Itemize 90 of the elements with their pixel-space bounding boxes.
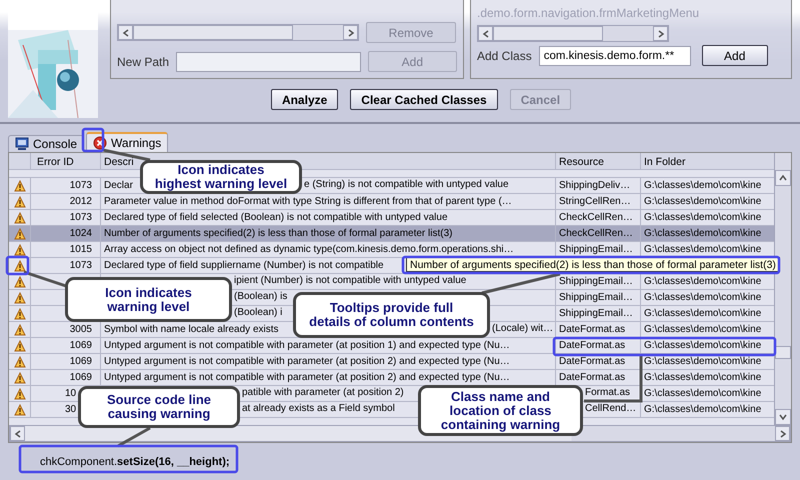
table-cell: (Boolean) i [234, 307, 282, 318]
table-cell: patible with parameter (at position 2) [242, 387, 404, 398]
table-cell: CheckCellRen… [556, 226, 641, 241]
table-cell: 1069 [31, 354, 101, 369]
scrollbar[interactable] [117, 24, 359, 41]
warning-icon [14, 180, 26, 192]
chevron-up-icon [779, 174, 787, 182]
callout: Class name and location of class containing warning [418, 385, 583, 436]
table-cell: Declared type of field selected (Boolean) is not compatible with untyped value [101, 210, 556, 225]
warning-icon [14, 308, 26, 320]
table-cell: ShippingEmail… [556, 242, 641, 257]
table-cell: at already exists as a Field symbol [242, 403, 395, 414]
action-button[interactable]: Analyze [270, 89, 338, 110]
selected-row[interactable]: 1024 Number of arguments specified(2) is less than those of formal parameter list(3) CheckCellRen… G:\classes\demo\com\kine [9, 226, 774, 242]
table-cell: StringCellRen… [556, 194, 641, 209]
chevron-right-icon [778, 430, 786, 438]
table-cell: 2012 [31, 194, 101, 209]
table-cell: e (String) is not compatible with untyped value [304, 179, 509, 190]
column-header[interactable]: Error ID [31, 153, 101, 169]
table-cell: 10 [65, 388, 76, 399]
warning-icon [14, 340, 26, 352]
warning-icon [14, 276, 26, 288]
warning-icon [14, 228, 26, 240]
warning-icon [14, 404, 26, 416]
leader-line [24, 270, 66, 288]
table-cell: Array access on object not defined as dynamic type(com.kinesis.demo.form.operations.shi… [101, 242, 556, 257]
table-cell: Number of arguments specified(2) is less than those of formal parameter list(3) [101, 226, 556, 241]
tab[interactable]: Warnings [86, 132, 168, 152]
table-cell: 1069 [31, 338, 101, 353]
table-cell: ShippingEmail… [556, 274, 641, 289]
warning-icon [14, 196, 26, 208]
table-cell: Format.as [585, 387, 630, 398]
warning-icon [14, 292, 26, 304]
table-cell: DateFormat.as [556, 338, 641, 353]
warning-icon [14, 260, 26, 272]
column-header[interactable]: Resource [556, 153, 641, 169]
action-button[interactable]: Clear Cached Classes [350, 89, 498, 110]
warning-icon [14, 372, 26, 384]
table-cell: Declar [104, 180, 133, 191]
chevron-right-icon [346, 28, 354, 36]
warning-icon [14, 356, 26, 368]
table-cell: CellRend… [585, 403, 636, 414]
table-cell: Symbol with name locale already exists [104, 324, 279, 335]
scroll-thumb[interactable] [133, 25, 293, 40]
callout: Icon indicates warning level [65, 277, 232, 322]
table-cell: ipient (Number) is not compatible with untyped value [234, 275, 466, 286]
table-cell: 1073 [31, 210, 101, 225]
table-cell: 1024 [31, 226, 101, 241]
table-cell: Untyped argument is not compatible with parameter (at position 2) and expected type (Nu… [101, 354, 556, 369]
table-cell: 1015 [31, 242, 101, 257]
chevron-right-icon [656, 30, 664, 38]
scrollbar[interactable] [774, 153, 791, 425]
class-field[interactable]: com.kinesis.demo.form.** [538, 46, 691, 66]
table-cell: 1073 [31, 258, 101, 273]
table-cell: 1069 [31, 370, 101, 385]
field-label: Add Class [477, 48, 532, 62]
table-cell: DateFormat.as [556, 354, 641, 369]
warning-icon [14, 212, 26, 224]
monitor-icon [15, 137, 29, 151]
highlight-frame [6, 256, 30, 276]
field-label: New Path [117, 54, 170, 68]
table-cell: DateFormat.as [556, 322, 641, 337]
path-field[interactable] [176, 52, 361, 72]
leader-line [117, 426, 151, 448]
scroll-thumb[interactable] [493, 26, 603, 41]
table-cell: CheckCellRen… [556, 210, 641, 225]
callout: Tooltips provide full details of column contents [293, 292, 490, 338]
highlight-frame [82, 128, 104, 152]
dialog-button[interactable]: Add [702, 45, 768, 66]
tab[interactable]: Console [8, 135, 84, 152]
table-cell: ShippingEmail… [556, 290, 641, 305]
chevron-left-icon [122, 28, 130, 36]
scrollbar[interactable] [477, 25, 669, 42]
callout: Source code line causing warning [78, 386, 240, 428]
callout: Icon indicates highest warning level [140, 160, 302, 194]
scroll-thumb[interactable] [775, 346, 791, 359]
warning-icon [14, 388, 26, 400]
table-cell: ShippingDeliv… [556, 178, 641, 193]
table-cell: 1073 [31, 178, 101, 193]
warning-icon [14, 324, 26, 336]
source-line: chkComponent.setSize(16, __height); [39, 456, 230, 468]
table-cell: ShippingEmail… [556, 306, 641, 321]
table-cell: (Locale) wit… [492, 323, 554, 334]
table-cell: (Boolean) is [234, 291, 288, 302]
table-cell: 30 [65, 404, 76, 415]
chevron-left-icon [482, 30, 490, 38]
chevron-left-icon [14, 430, 22, 438]
warning-icon [14, 244, 26, 256]
table-cell: G:\classes\demo\com\kine [641, 338, 774, 353]
chevron-down-icon [779, 413, 787, 421]
